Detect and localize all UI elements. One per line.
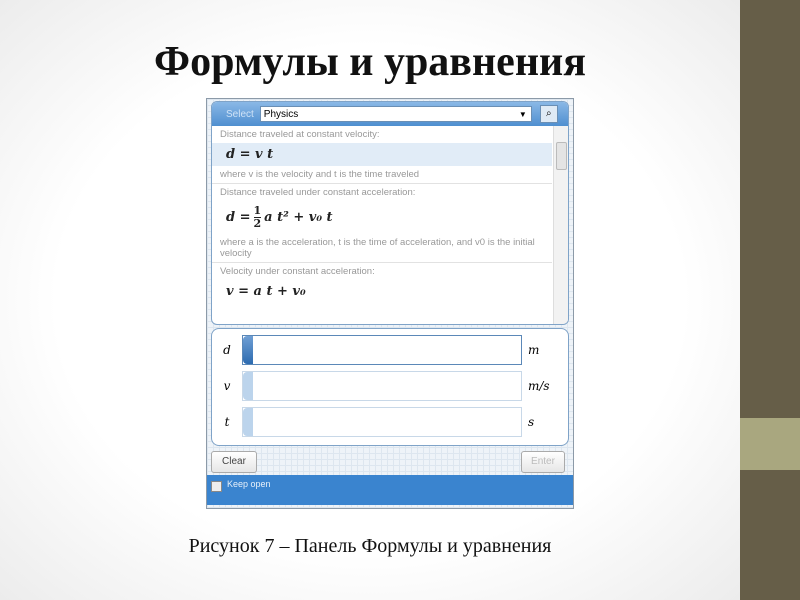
category-value: Physics xyxy=(263,108,299,120)
variable-unit: m/s xyxy=(528,379,550,393)
formula-equation[interactable]: d = v t xyxy=(212,143,552,166)
clear-button[interactable]: Clear xyxy=(211,451,257,473)
panel-footer: Keep open xyxy=(207,475,573,505)
variable-input-t[interactable] xyxy=(242,407,522,437)
formula-browser: Select Physics ▼ ⌕ Distance traveled at … xyxy=(211,101,569,325)
keep-open-checkbox[interactable] xyxy=(211,481,222,492)
figure-caption: Рисунок 7 – Панель Формулы и уравнения xyxy=(188,535,552,557)
fraction: 12 xyxy=(253,205,262,230)
variable-unit: m xyxy=(528,343,540,357)
variable-name: v xyxy=(223,379,231,393)
formula-list: Distance traveled at constant velocity: … xyxy=(212,126,552,303)
formula-equation[interactable]: d = 1 2 a t² + v₀ t xyxy=(212,201,552,234)
formula-note: where v is the velocity and t is the tim… xyxy=(220,169,420,180)
formula-title: Distance traveled under constant acceler… xyxy=(220,187,416,198)
variable-row: d m xyxy=(212,335,568,365)
category-select[interactable]: Physics ▼ xyxy=(259,106,532,122)
dropdown-arrow-icon: ▼ xyxy=(518,109,527,119)
variable-input-d[interactable] xyxy=(242,335,522,365)
slide-title: Формулы и уравнения xyxy=(154,39,586,85)
search-icon[interactable]: ⌕ xyxy=(539,105,558,123)
scrollbar-thumb[interactable] xyxy=(556,142,567,170)
scrollbar[interactable] xyxy=(553,126,568,324)
sidebar-accent-band xyxy=(740,418,800,470)
variable-input-v[interactable] xyxy=(242,371,522,401)
variables-box: d m v m/s t s xyxy=(211,328,569,446)
select-label: Select xyxy=(226,108,254,120)
formula-title: Velocity under constant acceleration: xyxy=(220,266,375,277)
variable-name: d xyxy=(223,343,231,357)
formula-equation[interactable]: v = a t + v₀ xyxy=(212,280,552,303)
slide-sidebar xyxy=(740,0,800,600)
variable-row: v m/s xyxy=(212,371,568,401)
denominator: 2 xyxy=(253,217,262,230)
enter-button[interactable]: Enter xyxy=(521,451,565,473)
equation-lhs: d = xyxy=(226,210,251,225)
formula-note: where a is the acceleration, t is the ti… xyxy=(220,237,535,259)
variable-name: t xyxy=(224,415,230,429)
variable-unit: s xyxy=(528,415,535,429)
formulas-panel: Select Physics ▼ ⌕ Distance traveled at … xyxy=(206,98,574,509)
select-bar: Select Physics ▼ ⌕ xyxy=(212,102,568,126)
equation-rhs: a t² + v₀ t xyxy=(264,210,333,225)
formula-title: Distance traveled at constant velocity: xyxy=(220,129,380,140)
keep-open-label: Keep open xyxy=(227,479,271,489)
variable-row: t s xyxy=(212,407,568,437)
